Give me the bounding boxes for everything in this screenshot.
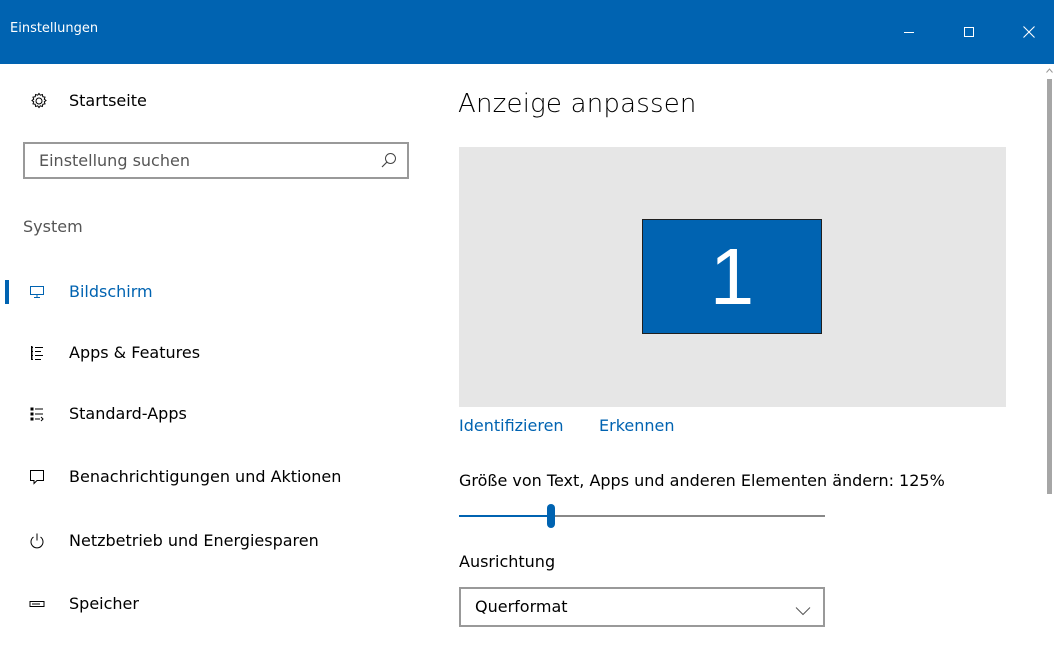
search-box[interactable]	[23, 142, 409, 179]
slider-thumb[interactable]	[547, 504, 555, 528]
detect-link[interactable]: Erkennen	[599, 416, 675, 435]
window-title: Einstellungen	[10, 21, 99, 36]
sidebar-item-netzbetrieb[interactable]: Netzbetrieb und Energiesparen	[0, 519, 420, 563]
chevron-down-icon	[795, 601, 811, 616]
sidebar-item-label: Apps & Features	[69, 343, 201, 362]
monitor-icon	[26, 281, 48, 303]
orientation-dropdown[interactable]: Querformat	[459, 587, 825, 627]
sidebar-item-label: Standard-Apps	[69, 404, 187, 423]
sidebar-home[interactable]: Startseite	[29, 90, 147, 112]
scale-label: Größe von Text, Apps und anderen Element…	[459, 471, 945, 490]
default-apps-icon	[26, 403, 48, 425]
display-monitor-1[interactable]: 1	[642, 219, 822, 334]
scroll-up-icon[interactable]	[1046, 66, 1053, 74]
sidebar-item-label: Benachrichtigungen und Aktionen	[69, 467, 342, 486]
sidebar-item-label: Bildschirm	[69, 282, 153, 301]
sidebar-item-apps-features[interactable]: Apps & Features	[0, 331, 420, 375]
display-arrangement-area: 1	[459, 147, 1006, 407]
page-title: Anzeige anpassen	[458, 89, 697, 119]
sidebar-item-benachrichtigungen[interactable]: Benachrichtigungen und Aktionen	[0, 455, 420, 499]
minimize-icon	[904, 32, 914, 33]
gear-icon	[29, 91, 49, 111]
sidebar-home-label: Startseite	[69, 91, 147, 110]
storage-icon	[26, 593, 48, 615]
list-icon	[26, 342, 48, 364]
orientation-label: Ausrichtung	[459, 552, 556, 571]
sidebar-item-bildschirm[interactable]: Bildschirm	[0, 270, 420, 314]
close-button[interactable]	[1006, 14, 1052, 50]
search-input[interactable]	[25, 144, 379, 177]
identify-link[interactable]: Identifizieren	[459, 416, 564, 435]
sidebar-item-speicher[interactable]: Speicher	[0, 582, 420, 626]
minimize-button[interactable]	[886, 14, 932, 50]
title-bar: Einstellungen	[0, 0, 1054, 64]
power-icon	[26, 530, 48, 552]
search-icon[interactable]	[381, 152, 397, 168]
section-label-system: System	[23, 217, 83, 236]
scrollbar-thumb[interactable]	[1047, 79, 1052, 494]
sidebar-item-label: Speicher	[69, 594, 139, 613]
display-number: 1	[709, 231, 755, 321]
sidebar-item-label: Netzbetrieb und Energiesparen	[69, 531, 319, 550]
orientation-selected-value: Querformat	[475, 597, 568, 616]
sidebar-item-standard-apps[interactable]: Standard-Apps	[0, 392, 420, 436]
slider-fill	[459, 515, 551, 517]
maximize-icon	[964, 27, 974, 37]
active-indicator	[5, 280, 9, 304]
maximize-button[interactable]	[946, 14, 992, 50]
scale-slider[interactable]	[459, 498, 825, 536]
notification-icon	[26, 466, 48, 488]
close-icon	[1023, 26, 1035, 38]
scrollbar[interactable]	[1045, 64, 1054, 648]
